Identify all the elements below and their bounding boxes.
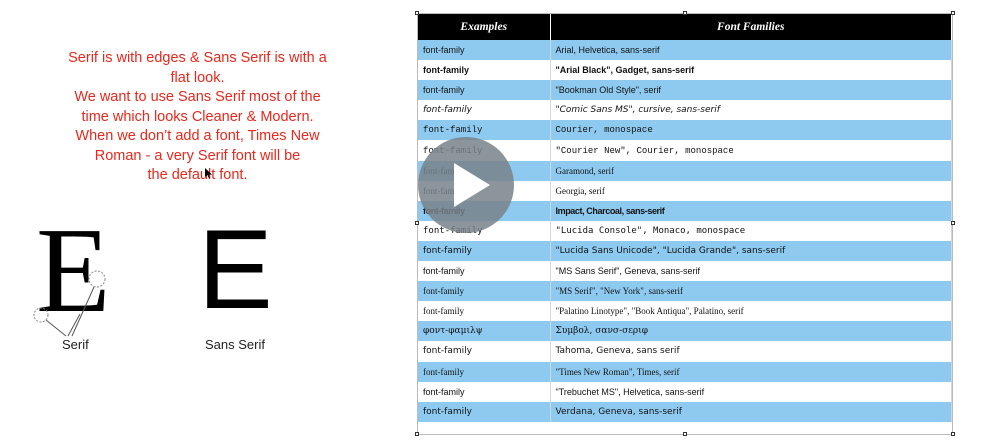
font-families-cell: Verdana, Geneva, sans-serif bbox=[550, 401, 952, 422]
font-families-cell: Georgia, serif bbox=[550, 180, 952, 201]
resize-handle[interactable] bbox=[683, 432, 687, 436]
font-families-cell: "Comic Sans MS", cursive, sans-serif bbox=[550, 100, 952, 121]
resize-handle[interactable] bbox=[951, 11, 955, 15]
table-row: font-family "MS Sans Serif", Geneva, sans… bbox=[418, 261, 952, 282]
font-families-cell: "Lucida Sans Unicode", "Lucida Grande", … bbox=[550, 240, 952, 262]
note-line: We want to use Sans Serif most of the bbox=[74, 89, 321, 105]
sans-serif-letter: E bbox=[198, 207, 273, 332]
play-icon bbox=[454, 163, 490, 207]
font-families-cell: "MS Serif", "New York", sans-serif bbox=[550, 281, 952, 302]
table-row: φοντ-φαμιλψ Συμβολ, σανσ-σεριφ bbox=[418, 321, 952, 342]
font-families-cell: "Courier New", Courier, monospace bbox=[550, 140, 952, 161]
font-families-cell: "Trebuchet MS", Helvetica, sans-serif bbox=[550, 381, 952, 402]
table-row: font-family "Trebuchet MS", Helvetica, sa… bbox=[418, 381, 952, 402]
example-cell: font-family bbox=[418, 281, 551, 302]
font-families-cell: "Bookman Old Style", serif bbox=[550, 80, 952, 101]
resize-handle[interactable] bbox=[683, 11, 687, 15]
table-row: font-family "Arial Black", Gadget, sans-s… bbox=[418, 60, 952, 81]
example-cell: font-family bbox=[418, 100, 551, 121]
example-cell: φοντ-φαμιλψ bbox=[418, 321, 551, 342]
example-cell: font-family bbox=[418, 301, 551, 322]
table-row: font-family "Palatino Linotype", "Book An… bbox=[418, 301, 952, 322]
video-play-button[interactable] bbox=[418, 137, 514, 233]
font-families-cell: Impact, Charcoal, sans-serif bbox=[550, 200, 952, 221]
example-cell: font-family bbox=[418, 381, 551, 402]
example-cell: font-family bbox=[418, 40, 551, 61]
note-line: Serif is with edges & Sans Serif is with… bbox=[68, 50, 327, 66]
table-row: font-family Verdana, Geneva, sans-serif bbox=[418, 401, 952, 422]
font-families-cell: "MS Sans Serif", Geneva, sans-serif bbox=[550, 261, 952, 282]
example-cell: font-family bbox=[418, 341, 551, 362]
note-line: Roman - a very Serif font will be bbox=[94, 147, 301, 164]
explanation-note: Serif is with edges & Sans Serif is with… bbox=[40, 49, 355, 186]
resize-handle[interactable] bbox=[951, 221, 955, 225]
example-cell: font-family bbox=[418, 401, 551, 422]
example-cell: font-family bbox=[418, 361, 551, 382]
font-families-cell: "Lucida Console", Monaco, monospace bbox=[550, 220, 952, 241]
example-cell: font-family bbox=[418, 80, 551, 101]
example-cell: font-family bbox=[418, 240, 551, 262]
font-families-cell: Tahoma, Geneva, sans serif bbox=[550, 341, 952, 362]
font-families-cell: "Times New Roman", Times, serif bbox=[550, 361, 952, 382]
example-cell: font-family bbox=[418, 60, 551, 81]
font-families-cell: Συμβολ, σανσ-σεριφ bbox=[550, 321, 952, 342]
font-families-cell: Courier, monospace bbox=[550, 120, 952, 141]
mouse-cursor-icon bbox=[205, 166, 213, 184]
sans-serif-caption: Sans Serif bbox=[205, 337, 265, 352]
font-families-cell: "Palatino Linotype", "Book Antiqua", Pal… bbox=[550, 301, 952, 322]
table-row: font-family "Lucida Sans Unicode", "Lucid… bbox=[418, 240, 952, 262]
font-families-cell: Arial, Helvetica, sans-serif bbox=[550, 40, 952, 61]
table-row: font-family "Times New Roman", Times, ser… bbox=[418, 361, 952, 382]
resize-handle[interactable] bbox=[415, 11, 419, 15]
note-line: the default font. bbox=[147, 167, 248, 183]
font-families-cell: "Arial Black", Gadget, sans-serif bbox=[550, 60, 952, 81]
table-row: font-family Arial, Helvetica, sans-serif bbox=[418, 40, 952, 61]
sans-serif-illustration: E Sans Serif bbox=[190, 214, 290, 358]
resize-handle[interactable] bbox=[951, 432, 955, 436]
table-row: font-family "MS Serif", "New York", sans-… bbox=[418, 281, 952, 302]
font-families-cell: Garamond, serif bbox=[550, 160, 952, 181]
header-examples: Examples bbox=[418, 14, 551, 40]
header-font-families: Font Families bbox=[550, 14, 952, 40]
resize-handle[interactable] bbox=[415, 432, 419, 436]
note-line: time which looks Cleaner & Modern. bbox=[81, 108, 314, 125]
note-line: When we don’t add a font, Times New bbox=[75, 128, 320, 144]
table-row: font-family "Comic Sans MS", cursive, san… bbox=[418, 100, 952, 121]
table-row: font-family "Bookman Old Style", serif bbox=[418, 80, 952, 101]
note-line: flat look. bbox=[170, 69, 225, 86]
serif-illustration: E Serif bbox=[28, 210, 128, 358]
example-cell: font-family bbox=[418, 261, 551, 282]
serif-caption: Serif bbox=[62, 337, 89, 352]
table-row: font-family Tahoma, Geneva, sans serif bbox=[418, 341, 952, 362]
table-header-row: Examples Font Families bbox=[418, 14, 952, 40]
